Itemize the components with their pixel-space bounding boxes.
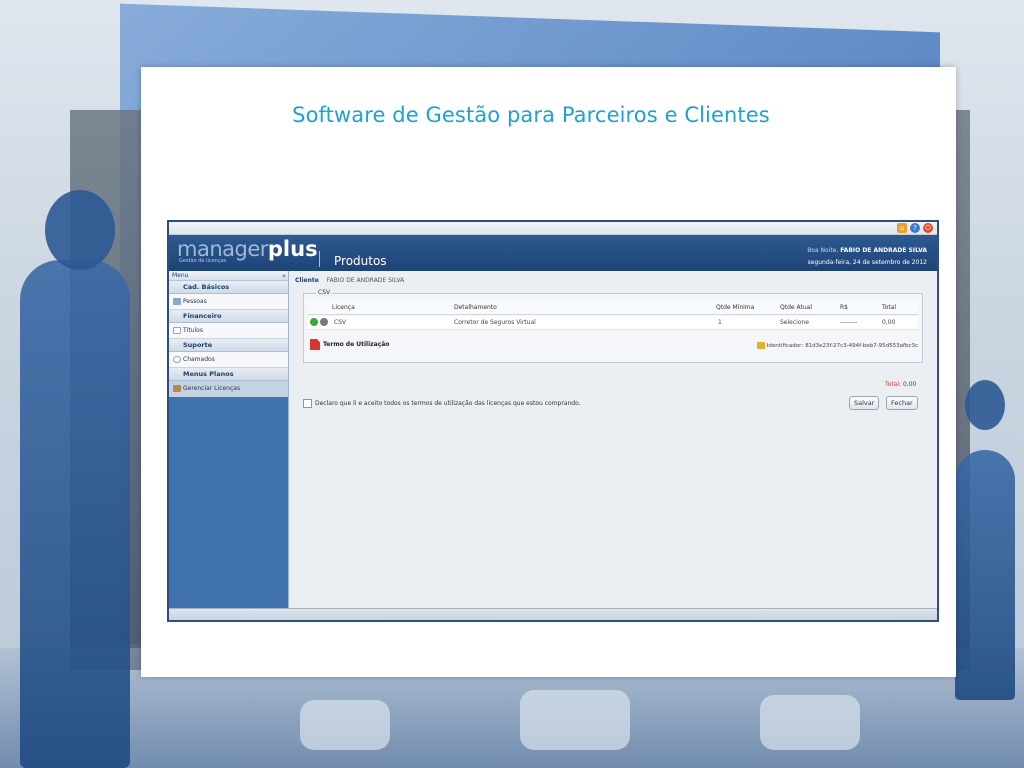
column-header: Total xyxy=(882,304,897,311)
sidebar: Menu « Cad. Básicos Pessoas Financeiro T… xyxy=(169,271,289,608)
declare-text: Declaro que li e aceito todos os termos … xyxy=(315,400,581,407)
license-icon xyxy=(173,385,181,392)
declare-row: Declaro que li e aceito todos os termos … xyxy=(303,399,581,408)
identifier: Identificador: 81d3e23f-27c3-494f-beb7-9… xyxy=(756,342,918,349)
cell-qtde-minima: 1 xyxy=(718,319,722,326)
row-actions xyxy=(310,318,330,326)
chat-icon xyxy=(173,356,181,363)
license-group-label: CSV xyxy=(316,289,333,296)
logo-subtitle: Gestão de licenças xyxy=(179,258,227,264)
slide: Software de Gestão para Parceiros e Clie… xyxy=(141,67,956,677)
client-row: Cliente FABIO DE ANDRADE SILVA xyxy=(295,277,404,284)
sidebar-item-chamados[interactable]: Chamados xyxy=(169,352,288,368)
greeting: Boa Noite, FABIO DE ANDRADE SILVA xyxy=(807,247,927,254)
logo-plus: plus xyxy=(267,237,318,261)
column-header: Qtde Mínima xyxy=(716,304,755,311)
total-value: 0,00 xyxy=(902,381,917,388)
sidebar-item-label: Pessoas xyxy=(183,297,207,305)
identifier-value: 81d3e23f-27c3-494f-beb7-95d553afbc3c xyxy=(805,342,918,349)
sidebar-section-menus-planos[interactable]: Menus Planos xyxy=(169,368,288,381)
column-header: Qtde Atual xyxy=(780,304,812,311)
license-group: CSV Licença Detalhamento Qtde Mínima Qtd… xyxy=(303,289,923,363)
header-separator xyxy=(319,251,320,267)
key-icon xyxy=(756,342,765,349)
document-icon xyxy=(173,327,181,334)
user-name: FABIO DE ANDRADE SILVA xyxy=(840,247,927,254)
sidebar-item-label: Títulos xyxy=(183,326,203,334)
current-date: segunda-feira, 24 de setembro de 2012 xyxy=(807,259,927,266)
cell-licenca: CSV xyxy=(334,319,347,326)
sidebar-item-gerenciar-licencas[interactable]: Gerenciar Licenças xyxy=(169,381,288,397)
remove-icon[interactable] xyxy=(320,318,328,326)
status-bar xyxy=(169,608,937,620)
cell-total: 0,00 xyxy=(882,319,896,326)
background-person-left xyxy=(20,260,130,768)
qtde-atual-select[interactable]: Selecione xyxy=(780,319,809,326)
column-header: Detalhamento xyxy=(454,304,497,311)
sidebar-item-titulos[interactable]: Títulos xyxy=(169,323,288,339)
background-puzzle-piece xyxy=(300,700,390,750)
background-person-left-head xyxy=(45,190,115,270)
table-header: Licença Detalhamento Qtde Mínima Qtde At… xyxy=(308,301,918,315)
background-puzzle-piece xyxy=(760,695,860,750)
pdf-icon xyxy=(310,339,320,350)
menu-header: Menu « xyxy=(169,271,288,281)
sidebar-item-label: Chamados xyxy=(183,355,215,363)
identifier-label: Identificador: xyxy=(766,342,804,349)
column-header: Licença xyxy=(332,304,355,311)
help-icon[interactable]: ? xyxy=(910,223,920,233)
power-icon[interactable]: ⏻ xyxy=(923,223,933,233)
cell-detalhamento: Corretor de Seguros Virtual xyxy=(454,319,536,326)
add-icon[interactable] xyxy=(310,318,318,326)
top-toolbar: ⌂ ? ⏻ xyxy=(169,222,937,235)
terms-label: Termo de Utilização xyxy=(323,341,390,348)
sidebar-section-financeiro[interactable]: Financeiro xyxy=(169,310,288,323)
client-name: FABIO DE ANDRADE SILVA xyxy=(326,277,405,284)
terms-link[interactable]: Termo de Utilização xyxy=(310,339,389,350)
sidebar-item-label: Gerenciar Licenças xyxy=(183,384,241,392)
logo: managerplus xyxy=(177,238,318,260)
sidebar-section-cad-basicos[interactable]: Cad. Básicos xyxy=(169,281,288,294)
table-row: CSV Corretor de Seguros Virtual 1 Seleci… xyxy=(308,316,918,330)
total-label: Total: xyxy=(885,381,902,388)
slide-title: Software de Gestão para Parceiros e Clie… xyxy=(292,103,770,127)
people-icon xyxy=(173,298,181,305)
app-header: managerplus Gestão de licenças Produtos … xyxy=(169,235,937,271)
app-body: Menu « Cad. Básicos Pessoas Financeiro T… xyxy=(169,271,937,608)
collapse-menu-button[interactable]: « xyxy=(282,271,286,281)
background-person-right xyxy=(955,450,1015,700)
close-button[interactable]: Fechar xyxy=(886,396,918,410)
app-window: ⌂ ? ⏻ managerplus Gestão de licenças Pro… xyxy=(167,220,939,622)
page-title: Produtos xyxy=(334,254,387,268)
background-puzzle-piece xyxy=(520,690,630,750)
top-icons: ⌂ ? ⏻ xyxy=(897,223,933,233)
client-label: Cliente xyxy=(295,277,319,284)
save-button[interactable]: Salvar xyxy=(849,396,880,410)
column-header: R$ xyxy=(840,304,848,311)
background-person-right-head xyxy=(965,380,1005,430)
home-icon[interactable]: ⌂ xyxy=(897,223,907,233)
cell-rs: -------- xyxy=(840,319,858,326)
total: Total: 0,00 xyxy=(885,381,916,388)
main-content: Cliente FABIO DE ANDRADE SILVA CSV Licen… xyxy=(289,271,937,608)
sidebar-section-suporte[interactable]: Suporte xyxy=(169,339,288,352)
menu-label: Menu xyxy=(172,272,189,279)
accept-terms-checkbox[interactable] xyxy=(303,399,312,408)
sidebar-item-pessoas[interactable]: Pessoas xyxy=(169,294,288,310)
greeting-prefix: Boa Noite, xyxy=(807,247,839,254)
